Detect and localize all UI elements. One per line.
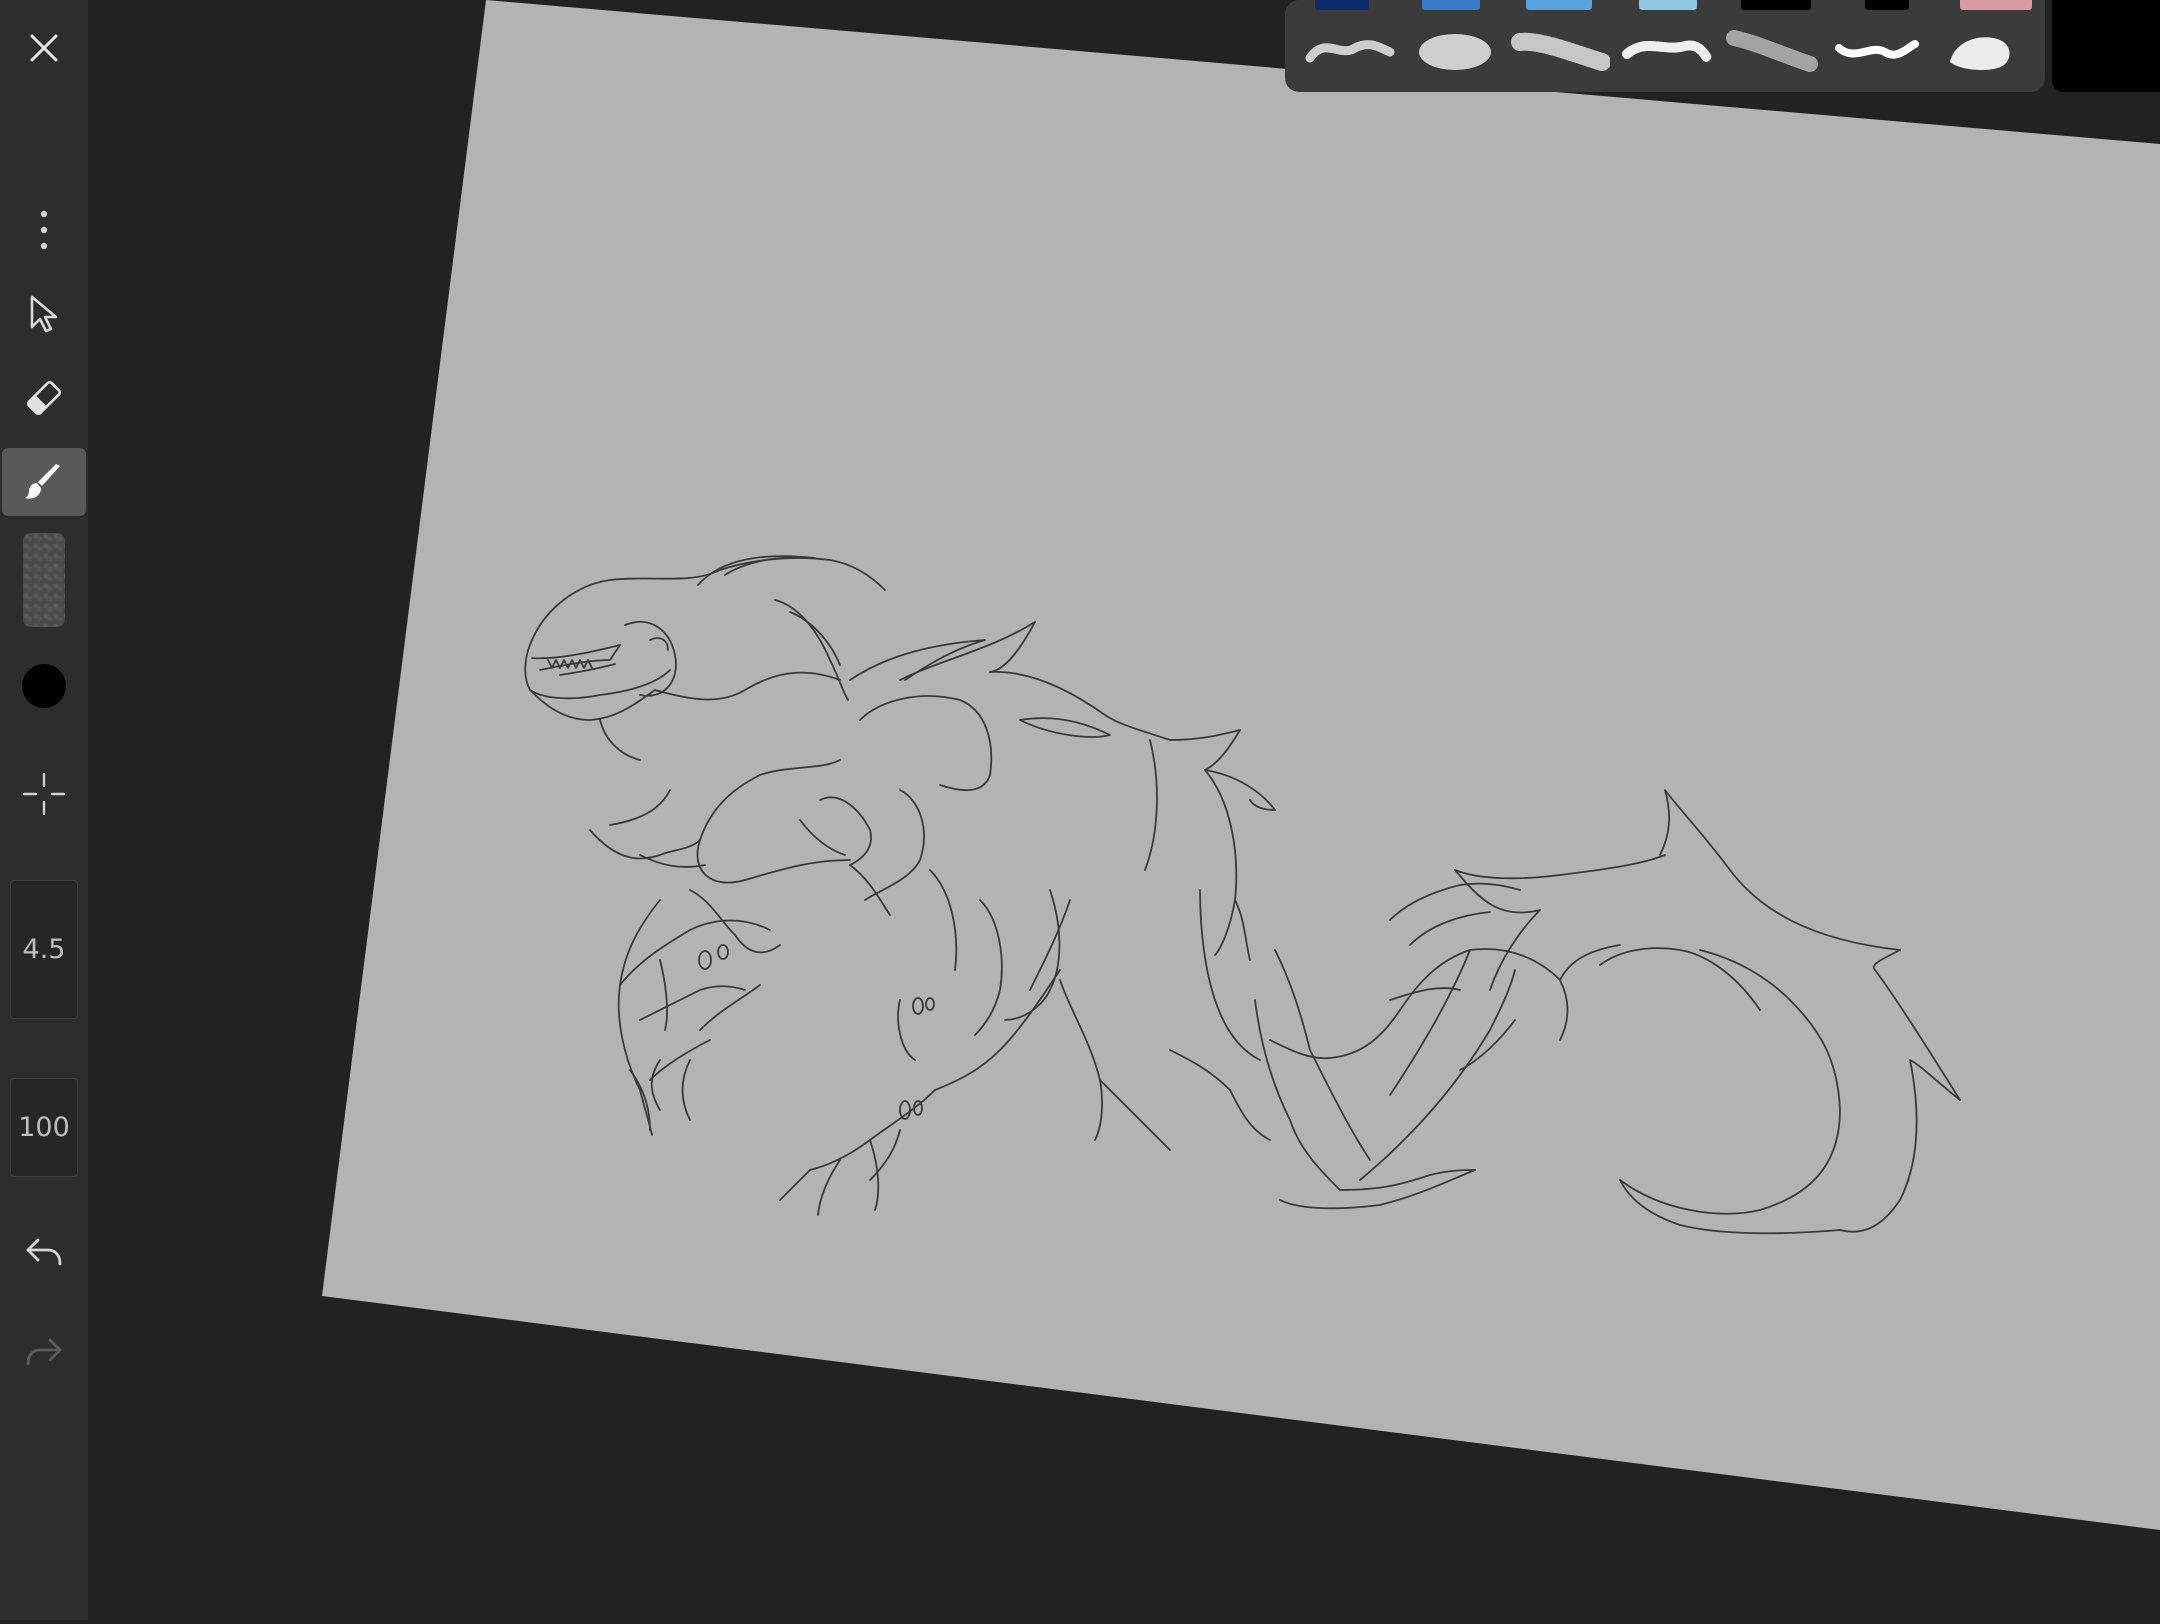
eraser-icon bbox=[26, 380, 62, 416]
smudge-brush[interactable] bbox=[1720, 18, 1820, 82]
redo-icon bbox=[26, 1338, 62, 1366]
swatch-pink[interactable] bbox=[1960, 0, 2032, 10]
canvas-svg[interactable] bbox=[0, 0, 2160, 1620]
swatch-sky-blue[interactable] bbox=[1526, 0, 1592, 10]
brush-tool-button[interactable] bbox=[2, 448, 86, 516]
brush-opacity-value[interactable]: 100 bbox=[10, 1078, 78, 1177]
close-icon bbox=[30, 34, 58, 62]
airbrush-blob-brush[interactable] bbox=[1405, 18, 1505, 82]
color-picker-button[interactable] bbox=[22, 664, 66, 708]
current-color-swatch[interactable] bbox=[2052, 0, 2160, 92]
drawing-canvas[interactable] bbox=[0, 0, 2160, 1620]
spray-brush[interactable] bbox=[1510, 18, 1610, 82]
chalk-brush[interactable] bbox=[1615, 18, 1715, 82]
paper-sheet[interactable] bbox=[322, 0, 2160, 1530]
swatch-blue[interactable] bbox=[1422, 0, 1480, 10]
more-vertical-icon bbox=[40, 210, 48, 250]
round-blob-brush[interactable] bbox=[1930, 18, 2030, 82]
redo-button[interactable] bbox=[2, 1318, 86, 1386]
soft-stroke-brush[interactable] bbox=[1300, 18, 1400, 82]
brush-size-value[interactable]: 4.5 bbox=[10, 880, 78, 1019]
crosshair-icon bbox=[22, 772, 66, 816]
more-options-button[interactable] bbox=[2, 196, 86, 264]
paintbrush-icon bbox=[25, 464, 60, 499]
undo-icon bbox=[26, 1238, 62, 1266]
swatch-light-blue[interactable] bbox=[1639, 0, 1697, 10]
swatch-navy[interactable] bbox=[1315, 0, 1369, 10]
select-tool-button[interactable] bbox=[2, 280, 86, 348]
close-button[interactable] bbox=[2, 14, 86, 82]
tool-sidebar: 4.5 100 bbox=[0, 0, 88, 1620]
swatch-black-2[interactable] bbox=[1865, 0, 1909, 10]
swatch-black[interactable] bbox=[1741, 0, 1811, 10]
transform-button[interactable] bbox=[2, 760, 86, 828]
cursor-arrow-icon bbox=[30, 295, 58, 333]
undo-button[interactable] bbox=[2, 1218, 86, 1286]
brush-preview[interactable] bbox=[23, 533, 65, 627]
ink-brush[interactable] bbox=[1825, 18, 1925, 82]
brush-palette bbox=[1285, 0, 2160, 92]
eraser-tool-button[interactable] bbox=[2, 364, 86, 432]
